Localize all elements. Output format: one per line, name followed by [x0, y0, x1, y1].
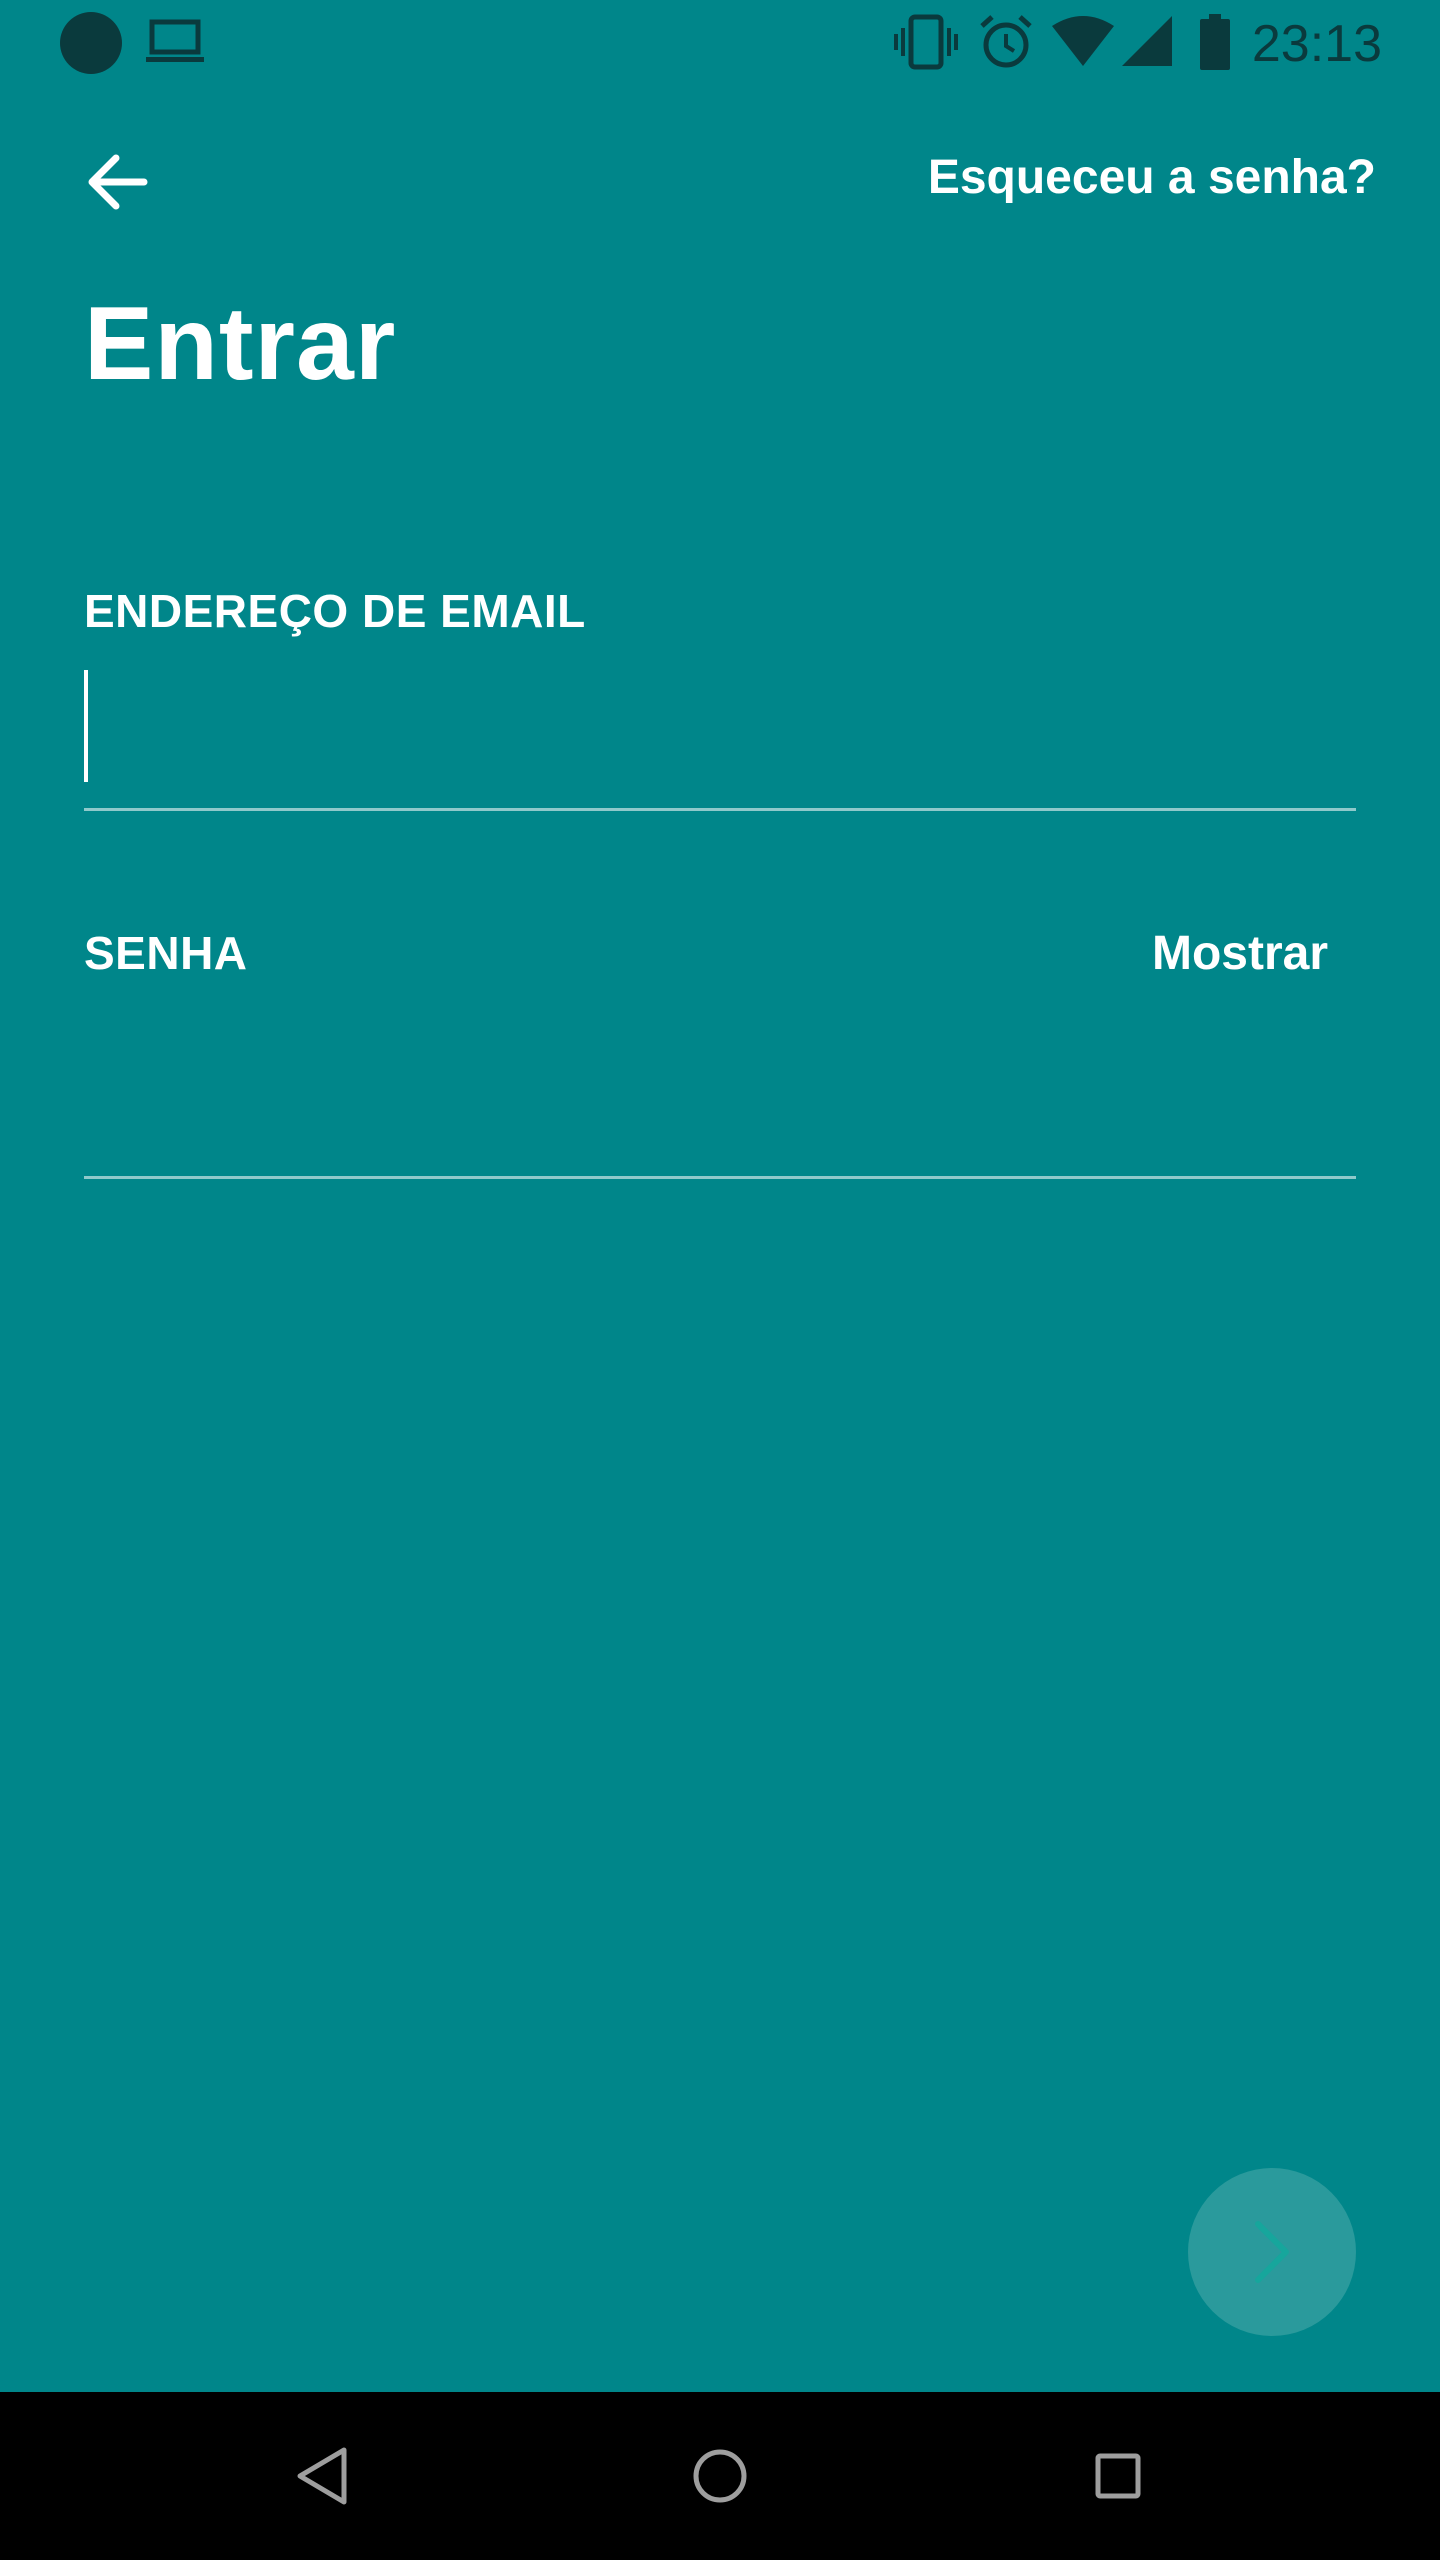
- password-input[interactable]: [84, 1024, 1334, 1154]
- next-button[interactable]: [1188, 2168, 1356, 2336]
- arrow-left-icon: [88, 154, 148, 210]
- text-caret: [84, 670, 88, 782]
- email-label: ENDEREÇO DE EMAIL: [84, 585, 586, 637]
- vibrate-icon: [894, 14, 958, 70]
- home-circle-icon: [693, 2449, 747, 2503]
- show-password-toggle[interactable]: Mostrar: [1152, 926, 1328, 981]
- forgot-password-link[interactable]: Esqueceu a senha?: [928, 150, 1376, 205]
- notification-dot-icon: [60, 12, 122, 74]
- battery-icon: [1200, 14, 1230, 70]
- password-label: SENHA: [84, 927, 248, 979]
- back-button[interactable]: [70, 140, 166, 224]
- signal-icon: [1122, 16, 1172, 66]
- nav-home-button[interactable]: [670, 2426, 770, 2526]
- page-title: Entrar: [84, 286, 397, 402]
- nav-recents-button[interactable]: [1068, 2426, 1168, 2526]
- laptop-icon: [146, 19, 204, 62]
- recents-square-icon: [1095, 2453, 1141, 2499]
- email-field[interactable]: [84, 664, 1356, 811]
- back-triangle-icon: [297, 2447, 347, 2505]
- password-field[interactable]: [84, 1004, 1356, 1179]
- alarm-icon: [980, 15, 1032, 68]
- nav-back-button[interactable]: [272, 2426, 372, 2526]
- status-bar: 23:13: [0, 0, 1440, 84]
- navigation-bar: [0, 2392, 1440, 2560]
- status-time: 23:13: [1251, 15, 1382, 73]
- wifi-icon: [1052, 16, 1114, 66]
- email-input[interactable]: [92, 672, 1342, 792]
- chevron-right-icon: [1255, 2221, 1289, 2283]
